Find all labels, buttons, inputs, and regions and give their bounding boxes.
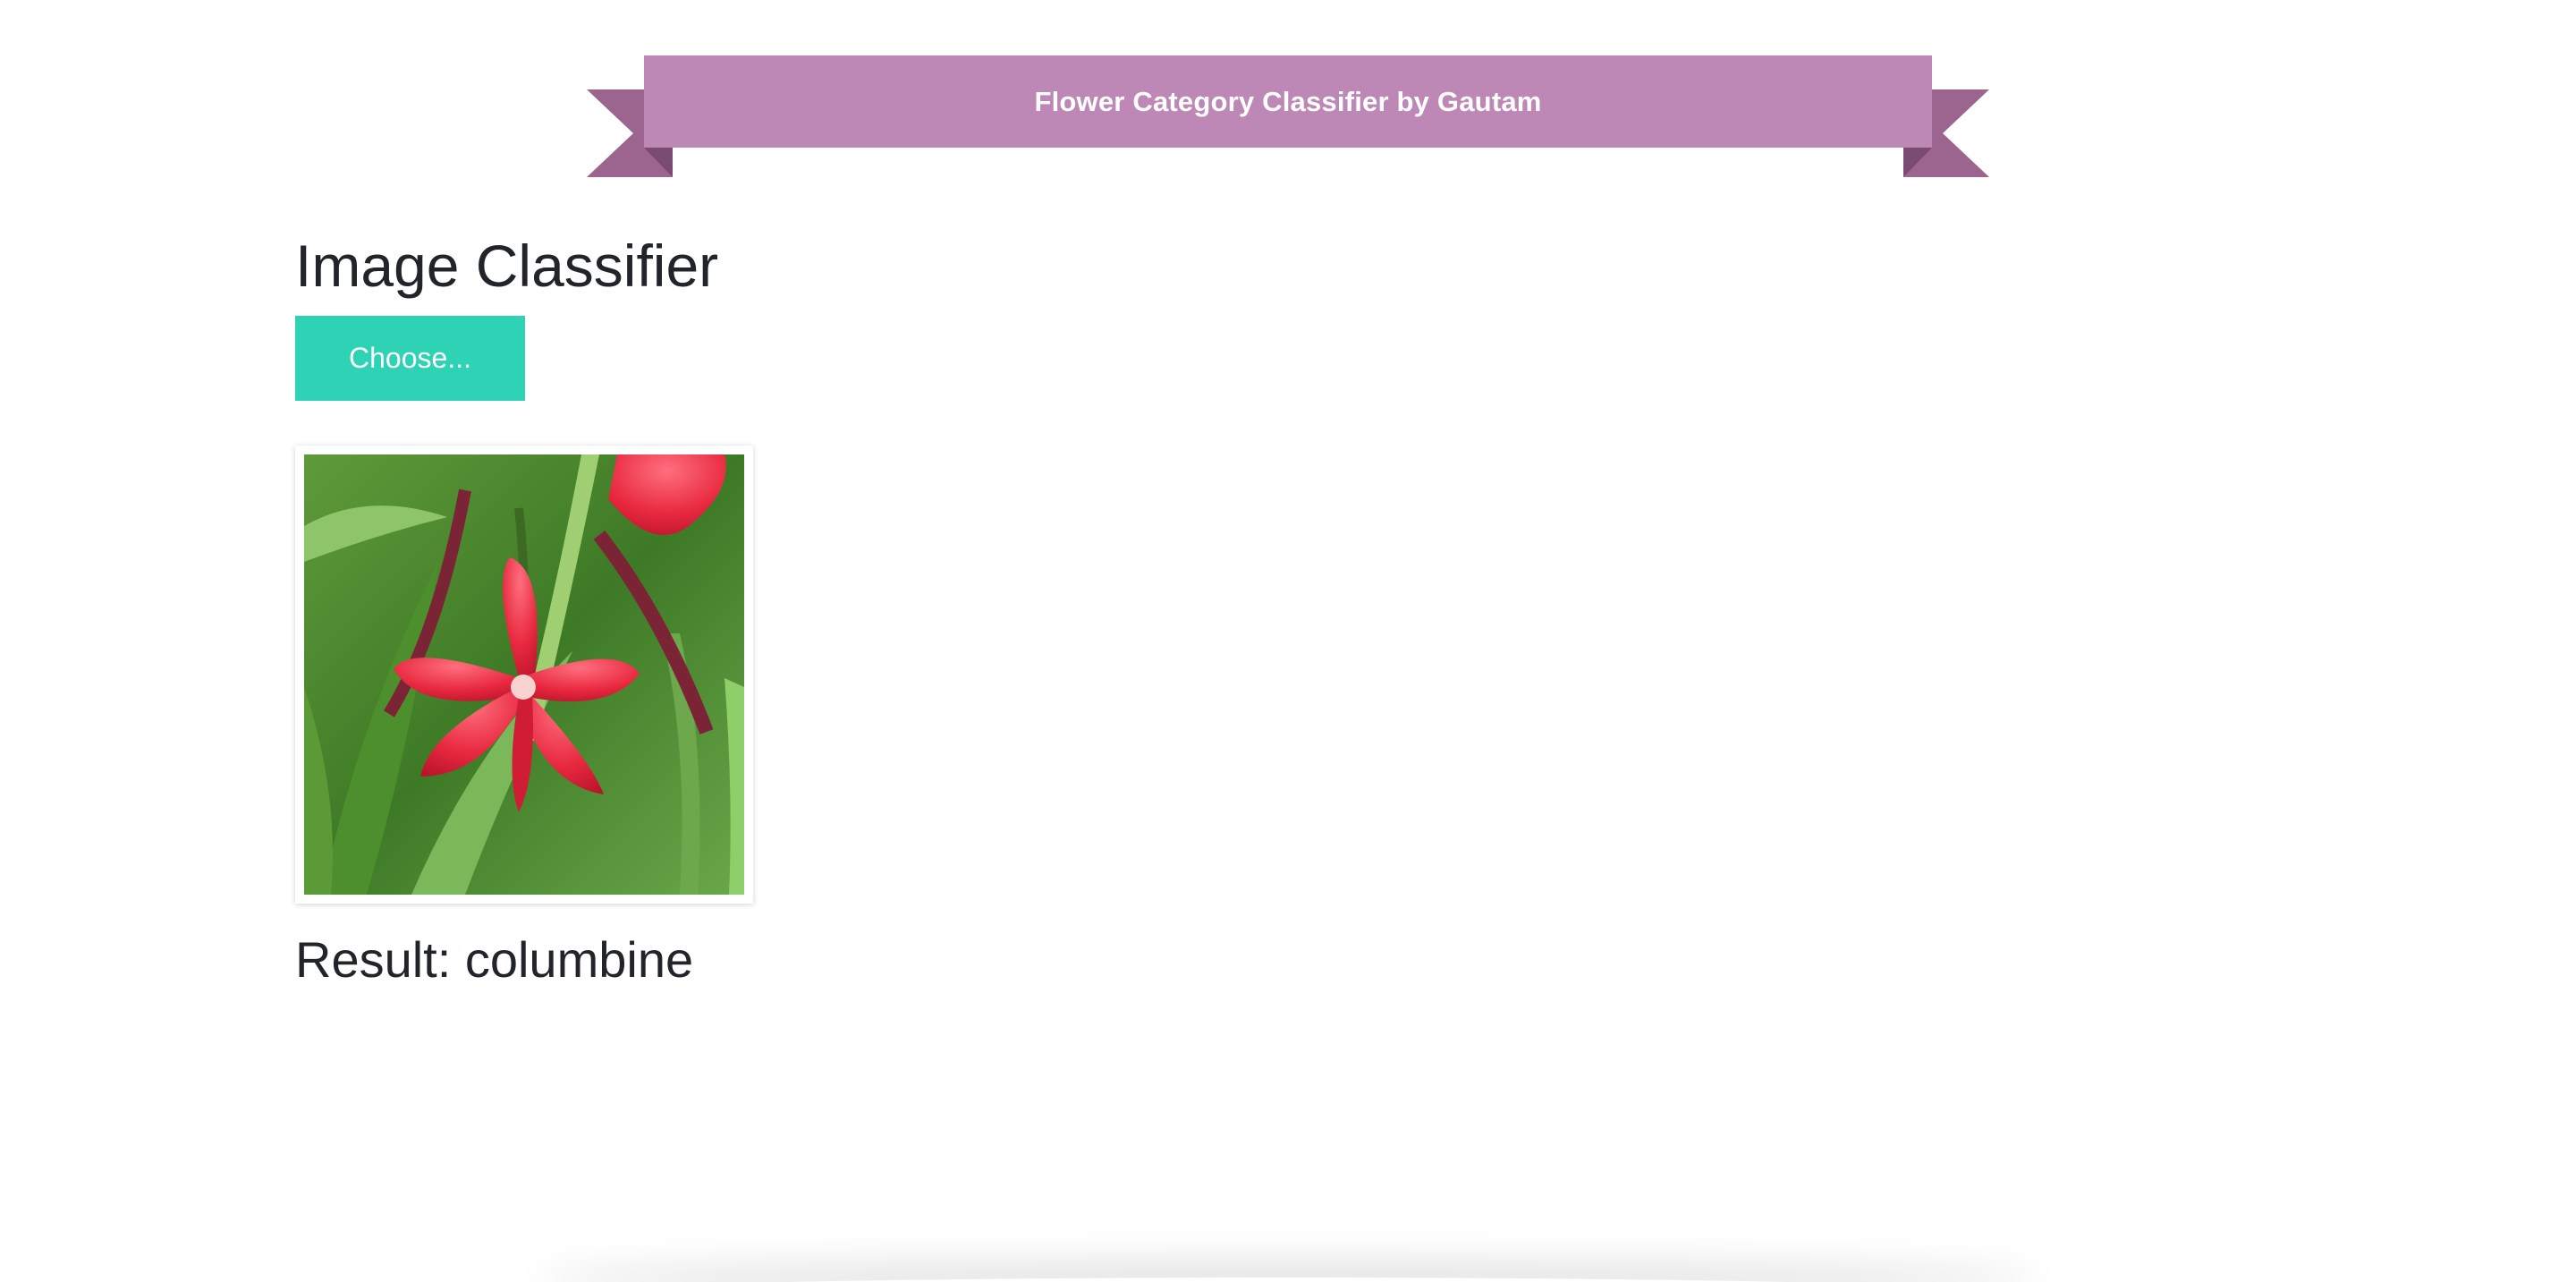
page: Flower Category Classifier by Gautam Ima…: [0, 0, 2576, 1282]
page-title: Image Classifier: [295, 233, 719, 299]
banner-title: Flower Category Classifier by Gautam: [1034, 85, 1542, 117]
result-text: Result: columbine: [295, 931, 694, 988]
flower-photo: [304, 454, 744, 895]
flower-image: [304, 454, 744, 895]
header-ribbon: Flower Category Classifier by Gautam: [587, 55, 1989, 177]
choose-file-button[interactable]: Choose...: [295, 316, 525, 401]
image-preview-frame: [295, 446, 753, 904]
ribbon-band: Flower Category Classifier by Gautam: [644, 55, 1932, 148]
bottom-panel-shadow: [537, 1278, 2039, 1282]
classifier-section: Image Classifier Choose... Result: colum…: [295, 231, 753, 988]
